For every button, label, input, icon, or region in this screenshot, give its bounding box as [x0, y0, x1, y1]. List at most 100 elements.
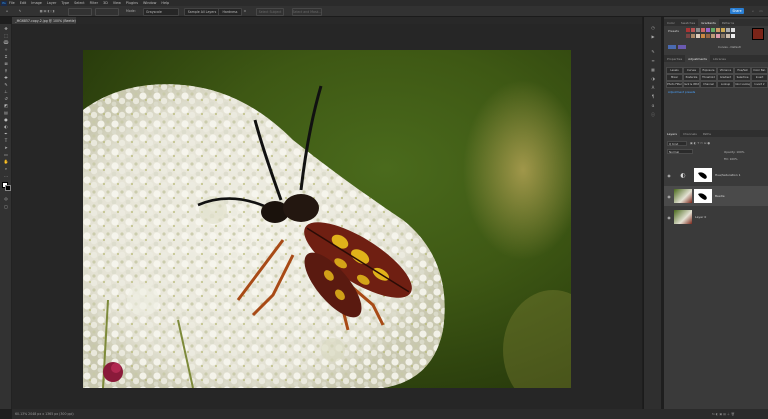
gradient-chip-1[interactable] [668, 45, 676, 49]
background-color-swatch[interactable] [5, 185, 11, 191]
hardness-field[interactable]: Hardness [218, 8, 242, 16]
pressure-icon[interactable]: ⊙ [242, 8, 248, 14]
actions-icon[interactable]: ▶ [649, 34, 657, 39]
menu-select[interactable]: Select [74, 1, 84, 5]
brush-mode-icons[interactable]: ■ ▣ ◧ ◨ [32, 8, 62, 14]
magic-wand-icon[interactable]: ✧ [3, 47, 9, 52]
libraries-icon[interactable]: ▦ [649, 67, 657, 72]
menu-plugins[interactable]: Plugins [126, 1, 138, 5]
hand-icon[interactable]: ✋ [3, 159, 9, 164]
adj-photofilter-button[interactable]: Photo Filter [666, 81, 683, 88]
adj-channel-button[interactable]: Channel [700, 81, 717, 88]
healing-icon[interactable]: ✚ [3, 75, 9, 80]
zoom-icon[interactable]: ⌕ [3, 166, 9, 171]
layer-kind-filter[interactable]: Q Kind [667, 141, 687, 146]
adj-invert-button[interactable]: Invert [751, 74, 768, 81]
current-color-chip[interactable] [752, 28, 764, 40]
paragraph-icon[interactable]: ¶ [649, 94, 657, 99]
type-icon[interactable]: T [3, 138, 9, 143]
tab-paths[interactable]: Paths [700, 130, 714, 137]
tab-color[interactable]: Color [664, 19, 678, 26]
crop-icon[interactable]: ⌗ [3, 54, 9, 59]
lasso-icon[interactable]: ↂ [3, 40, 9, 45]
swatch-grid[interactable] [686, 28, 746, 42]
adj-colorlookup-button[interactable]: Color Lookup [734, 81, 751, 88]
menu-help[interactable]: Help [161, 1, 169, 5]
tab-swatches[interactable]: Swatches [678, 19, 698, 26]
gradient-icon[interactable]: ▤ [3, 110, 9, 115]
adj-mixer-button[interactable]: Mixer [666, 74, 683, 81]
brushes-icon[interactable]: ✎ [649, 49, 657, 54]
ghost-option-2[interactable] [95, 8, 119, 16]
menu-layer[interactable]: Layer [47, 1, 56, 5]
shape-icon[interactable]: ▭ [3, 152, 9, 157]
mode-select[interactable]: Grayscale [143, 8, 179, 16]
glyphs-icon[interactable]: α [649, 103, 657, 108]
menu-image[interactable]: Image [31, 1, 42, 5]
adj-lookup-button[interactable]: Lookup [717, 81, 734, 88]
path-select-icon[interactable]: ➤ [3, 145, 9, 150]
opacity-field[interactable]: Opacity: 100% [724, 150, 744, 154]
quick-mask-icon[interactable]: ◎ [3, 196, 9, 201]
menu-view[interactable]: View [113, 1, 121, 5]
move-icon[interactable]: ✥ [3, 26, 9, 31]
adj-gradient-button[interactable]: Gradient [717, 74, 734, 81]
document-tab[interactable]: _MG6857-copy-2.jpg @ 100% (Beetle)* [12, 17, 76, 24]
adj-invert2-button[interactable]: Invert 2 [751, 81, 768, 88]
adj-huesat-button[interactable]: Hue/Sat [734, 67, 751, 74]
adj-colorbal-button[interactable]: Color Bal. [751, 67, 768, 74]
layer-mask-thumbnail[interactable] [694, 168, 712, 182]
adj-vibrance-button[interactable]: Vibrance [717, 67, 734, 74]
tab-layers[interactable]: Layers [664, 130, 680, 137]
gradient-chip-2[interactable] [678, 45, 686, 49]
pen-icon[interactable]: ✒ [3, 131, 9, 136]
document-canvas-image[interactable] [83, 50, 571, 388]
tab-gradients[interactable]: Gradients [698, 19, 719, 26]
fill-field[interactable]: Fill: 100% [724, 157, 738, 161]
select-and-mask-button[interactable]: Select and Mask... [292, 8, 322, 16]
eyedropper-icon[interactable]: ⚲ [3, 68, 9, 73]
layer-action-icons[interactable]: fx ◐ ▣ ▤ ＋ 🗑 [712, 412, 762, 416]
tab-channels[interactable]: Channels [680, 130, 700, 137]
sample-all-layers-checkbox[interactable]: Sample All Layers [184, 8, 220, 16]
adj-posterize-button[interactable]: Posterize [683, 74, 700, 81]
eye-icon[interactable]: ◉ [666, 215, 672, 220]
more-tools-icon[interactable]: … [3, 173, 9, 178]
character-icon[interactable]: A [649, 85, 657, 90]
tab-adjustments[interactable]: Adjustments [685, 55, 710, 62]
properties-icon[interactable]: ≡ [649, 58, 657, 63]
eye-icon[interactable]: ◉ [666, 194, 672, 199]
adj-threshold-button[interactable]: Threshold [700, 74, 717, 81]
search-icon[interactable]: ⌕ [750, 8, 756, 14]
adj-exposure-button[interactable]: Exposure [700, 67, 717, 74]
adj-curves-button[interactable]: Curves [683, 67, 700, 74]
menu-file[interactable]: File [9, 1, 15, 5]
ghost-option-1[interactable] [68, 8, 92, 16]
history-brush-icon[interactable]: ↺ [3, 96, 9, 101]
menu-window[interactable]: Window [143, 1, 156, 5]
menu-edit[interactable]: Edit [20, 1, 27, 5]
adj-bw-button[interactable]: Black & White [683, 81, 700, 88]
layer-row[interactable]: ◉ ◐ Hue/Saturation 1 [664, 165, 768, 185]
stamp-icon[interactable]: ⊥ [3, 89, 9, 94]
dodge-icon[interactable]: ◐ [3, 124, 9, 129]
screen-mode-icon[interactable]: ▢ [3, 204, 9, 209]
brush-preset-icon[interactable]: ✎ [16, 8, 24, 14]
tab-patterns[interactable]: Patterns [719, 19, 737, 26]
info-icon[interactable]: ⓘ [649, 112, 657, 117]
share-button[interactable]: Share [730, 8, 744, 14]
adj-selective-button[interactable]: Selective [734, 74, 751, 81]
menu-3d[interactable]: 3D [103, 1, 108, 5]
adjustments-icon[interactable]: ◑ [649, 76, 657, 81]
home-icon[interactable]: ⌂ [3, 8, 11, 14]
tab-libraries[interactable]: Libraries [710, 55, 729, 62]
adjustment-presets-link[interactable]: Adjustment presets [668, 90, 695, 94]
layer-filter-icons[interactable]: ▣ ◐ T ▭ ⊡ ● [690, 141, 740, 146]
eraser-icon[interactable]: ◩ [3, 103, 9, 108]
history-icon[interactable]: ◷ [649, 25, 657, 30]
layer-row[interactable]: ◉ Layer 0 [664, 207, 768, 227]
tab-properties[interactable]: Properties [664, 55, 685, 62]
blur-icon[interactable]: ● [3, 117, 9, 122]
menu-type[interactable]: Type [61, 1, 69, 5]
menu-filter[interactable]: Filter [90, 1, 98, 5]
